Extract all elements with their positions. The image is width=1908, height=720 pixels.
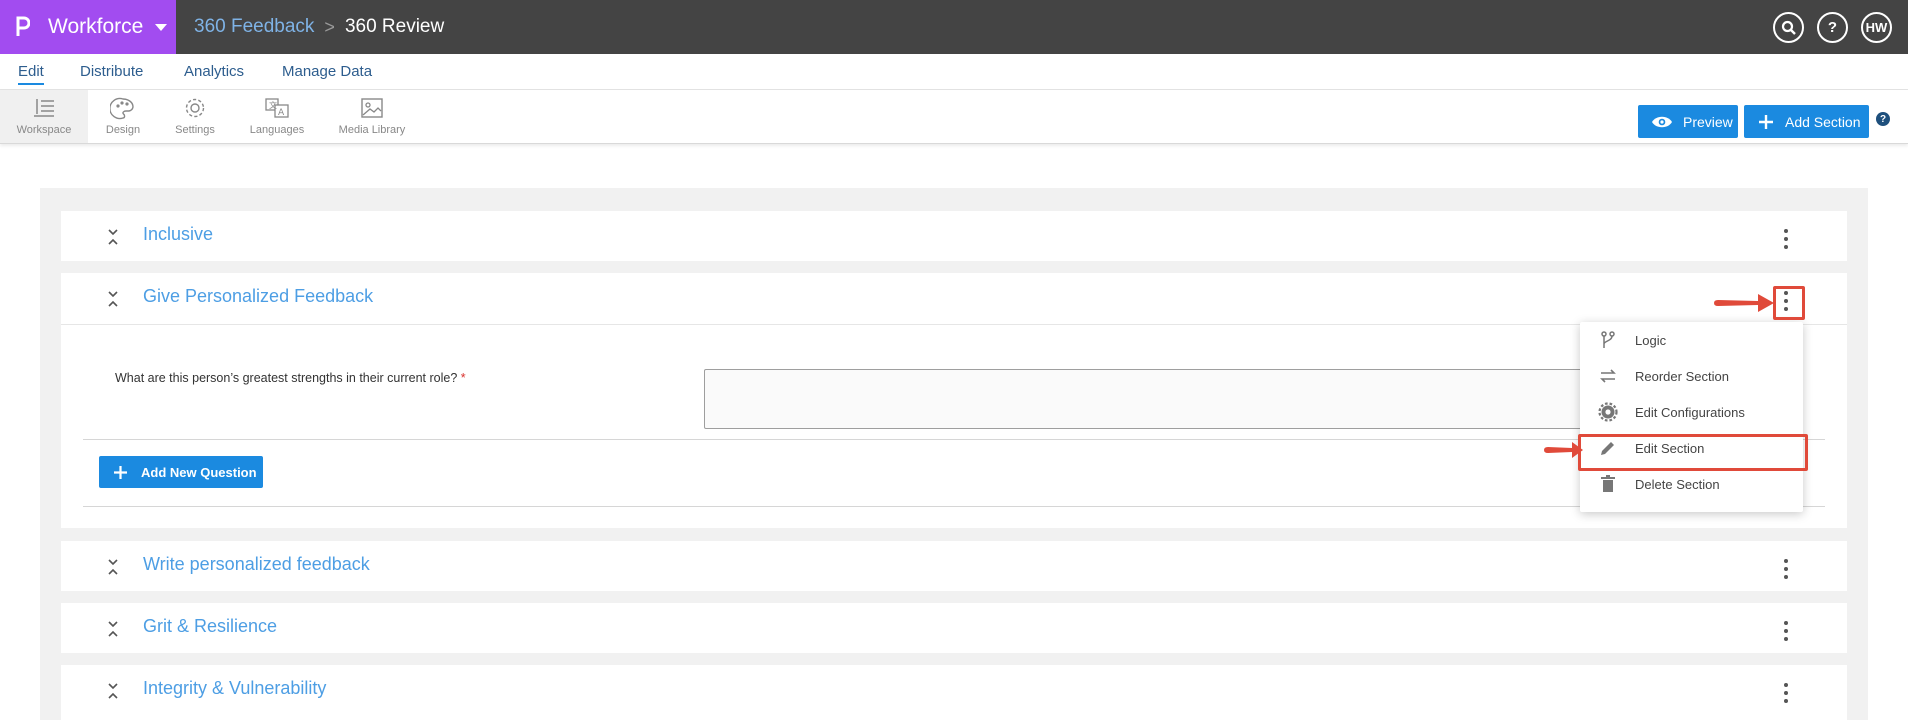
tool-label: Workspace [16,124,72,136]
breadcrumb-parent-link[interactable]: 360 Feedback [194,16,314,38]
menu-item-label: Delete Section [1635,476,1720,492]
reorder-icon [1600,369,1616,383]
tool-languages[interactable]: 文A Languages [246,90,308,143]
tool-label: Settings [175,124,215,136]
product-switcher[interactable]: Workforce [0,0,176,54]
tool-label: Languages [249,124,305,136]
tool-label: Design [105,124,141,136]
logo-icon [16,15,36,39]
plus-icon [114,465,127,479]
user-avatar[interactable]: HW [1861,12,1892,43]
breadcrumb: 360 Feedback > 360 Review [194,0,444,54]
section-title[interactable]: Inclusive [143,224,213,245]
preview-button[interactable]: Preview [1638,105,1738,138]
eye-icon [1652,116,1672,127]
tool-label: Media Library [338,124,406,136]
search-icon [1781,20,1796,35]
question-text: What are this person’s greatest strength… [115,371,466,385]
menu-item-label: Edit Configurations [1635,404,1745,420]
more-options-icon[interactable] [1783,683,1789,703]
chevron-down-icon [155,23,168,31]
more-options-icon[interactable] [1783,559,1789,579]
svg-text:文: 文 [269,100,277,110]
section-header: Write personalized feedback [61,541,1847,591]
section-title[interactable]: Integrity & Vulnerability [143,678,326,699]
collapse-icon[interactable] [106,619,120,639]
trash-icon [1601,475,1615,492]
add-section-button[interactable]: Add Section [1744,105,1869,138]
add-section-label: Add Section [1785,113,1861,130]
toolbar: Workspace Design Settings 文A Languages M… [0,90,1908,144]
tool-media-library[interactable]: Media Library [334,90,410,143]
section-header: Integrity & Vulnerability [61,665,1847,715]
answer-textbox[interactable] [704,369,1612,429]
branch-icon [1601,331,1615,348]
section-title[interactable]: Give Personalized Feedback [143,286,373,307]
more-options-icon[interactable] [1783,229,1789,249]
gear-icon [1598,402,1618,422]
workspace-icon [34,99,54,117]
main-menu: Edit Distribute Analytics Manage Data [0,54,1908,90]
collapse-icon[interactable] [106,681,120,701]
tool-workspace[interactable]: Workspace [0,90,88,143]
menu-manage-data[interactable]: Manage Data [282,63,372,80]
menu-edit[interactable]: Edit [18,63,44,85]
page-title: 360 Review [344,16,445,37]
section-options-menu: Logic Reorder Section Edit Configuration… [1580,322,1803,512]
image-icon [361,98,383,118]
annotation-arrow-icon [1544,442,1583,458]
collapse-icon[interactable] [106,557,120,577]
section-header: Grit & Resilience [61,603,1847,653]
collapse-icon[interactable] [106,227,120,247]
plus-icon [1759,114,1773,129]
search-button[interactable] [1773,12,1804,43]
help-icon[interactable]: ? [1876,112,1890,126]
preview-label: Preview [1683,113,1733,130]
section-title[interactable]: Grit & Resilience [143,616,277,637]
section-card: Write personalized feedback [61,541,1847,591]
menu-item-label: Reorder Section [1635,368,1729,384]
section-title[interactable]: Write personalized feedback [143,554,370,575]
highlight-box-kebab [1773,286,1805,320]
menu-item-reorder-section[interactable]: Reorder Section [1580,358,1803,394]
add-new-question-label: Add New Question [141,464,257,480]
tool-settings[interactable]: Settings [172,90,218,143]
menu-analytics[interactable]: Analytics [184,63,244,80]
section-header: Inclusive [61,211,1847,261]
svg-text:A: A [278,108,285,118]
more-options-icon[interactable] [1783,621,1789,641]
menu-distribute[interactable]: Distribute [80,63,143,80]
menu-item-delete-section[interactable]: Delete Section [1580,466,1803,502]
highlight-box-edit-section [1578,434,1808,471]
menu-item-label: Logic [1635,332,1667,348]
collapse-icon[interactable] [106,289,120,309]
palette-icon [110,97,134,120]
divider [83,506,1825,507]
annotation-arrow-icon [1714,294,1774,312]
help-button[interactable]: ? [1817,12,1848,43]
top-bar: Workforce 360 Feedback > 360 Review ? HW [0,0,1908,54]
section-card: Integrity & Vulnerability [61,665,1847,720]
tool-design[interactable]: Design [100,90,146,143]
gear-icon [185,98,205,118]
menu-item-edit-configurations[interactable]: Edit Configurations [1580,394,1803,430]
section-header: Give Personalized Feedback [61,273,1847,325]
menu-item-logic[interactable]: Logic [1580,322,1803,358]
brand-name: Workforce [48,15,144,38]
required-marker: * [460,371,466,385]
translate-icon: 文A [265,98,289,118]
header-actions: ? HW [1773,12,1892,43]
question-label: What are this person’s greatest strength… [115,371,458,385]
add-new-question-button[interactable]: Add New Question [99,456,263,488]
section-card: Grit & Resilience [61,603,1847,653]
section-card: Inclusive [61,211,1847,261]
breadcrumb-separator: > [324,16,335,37]
